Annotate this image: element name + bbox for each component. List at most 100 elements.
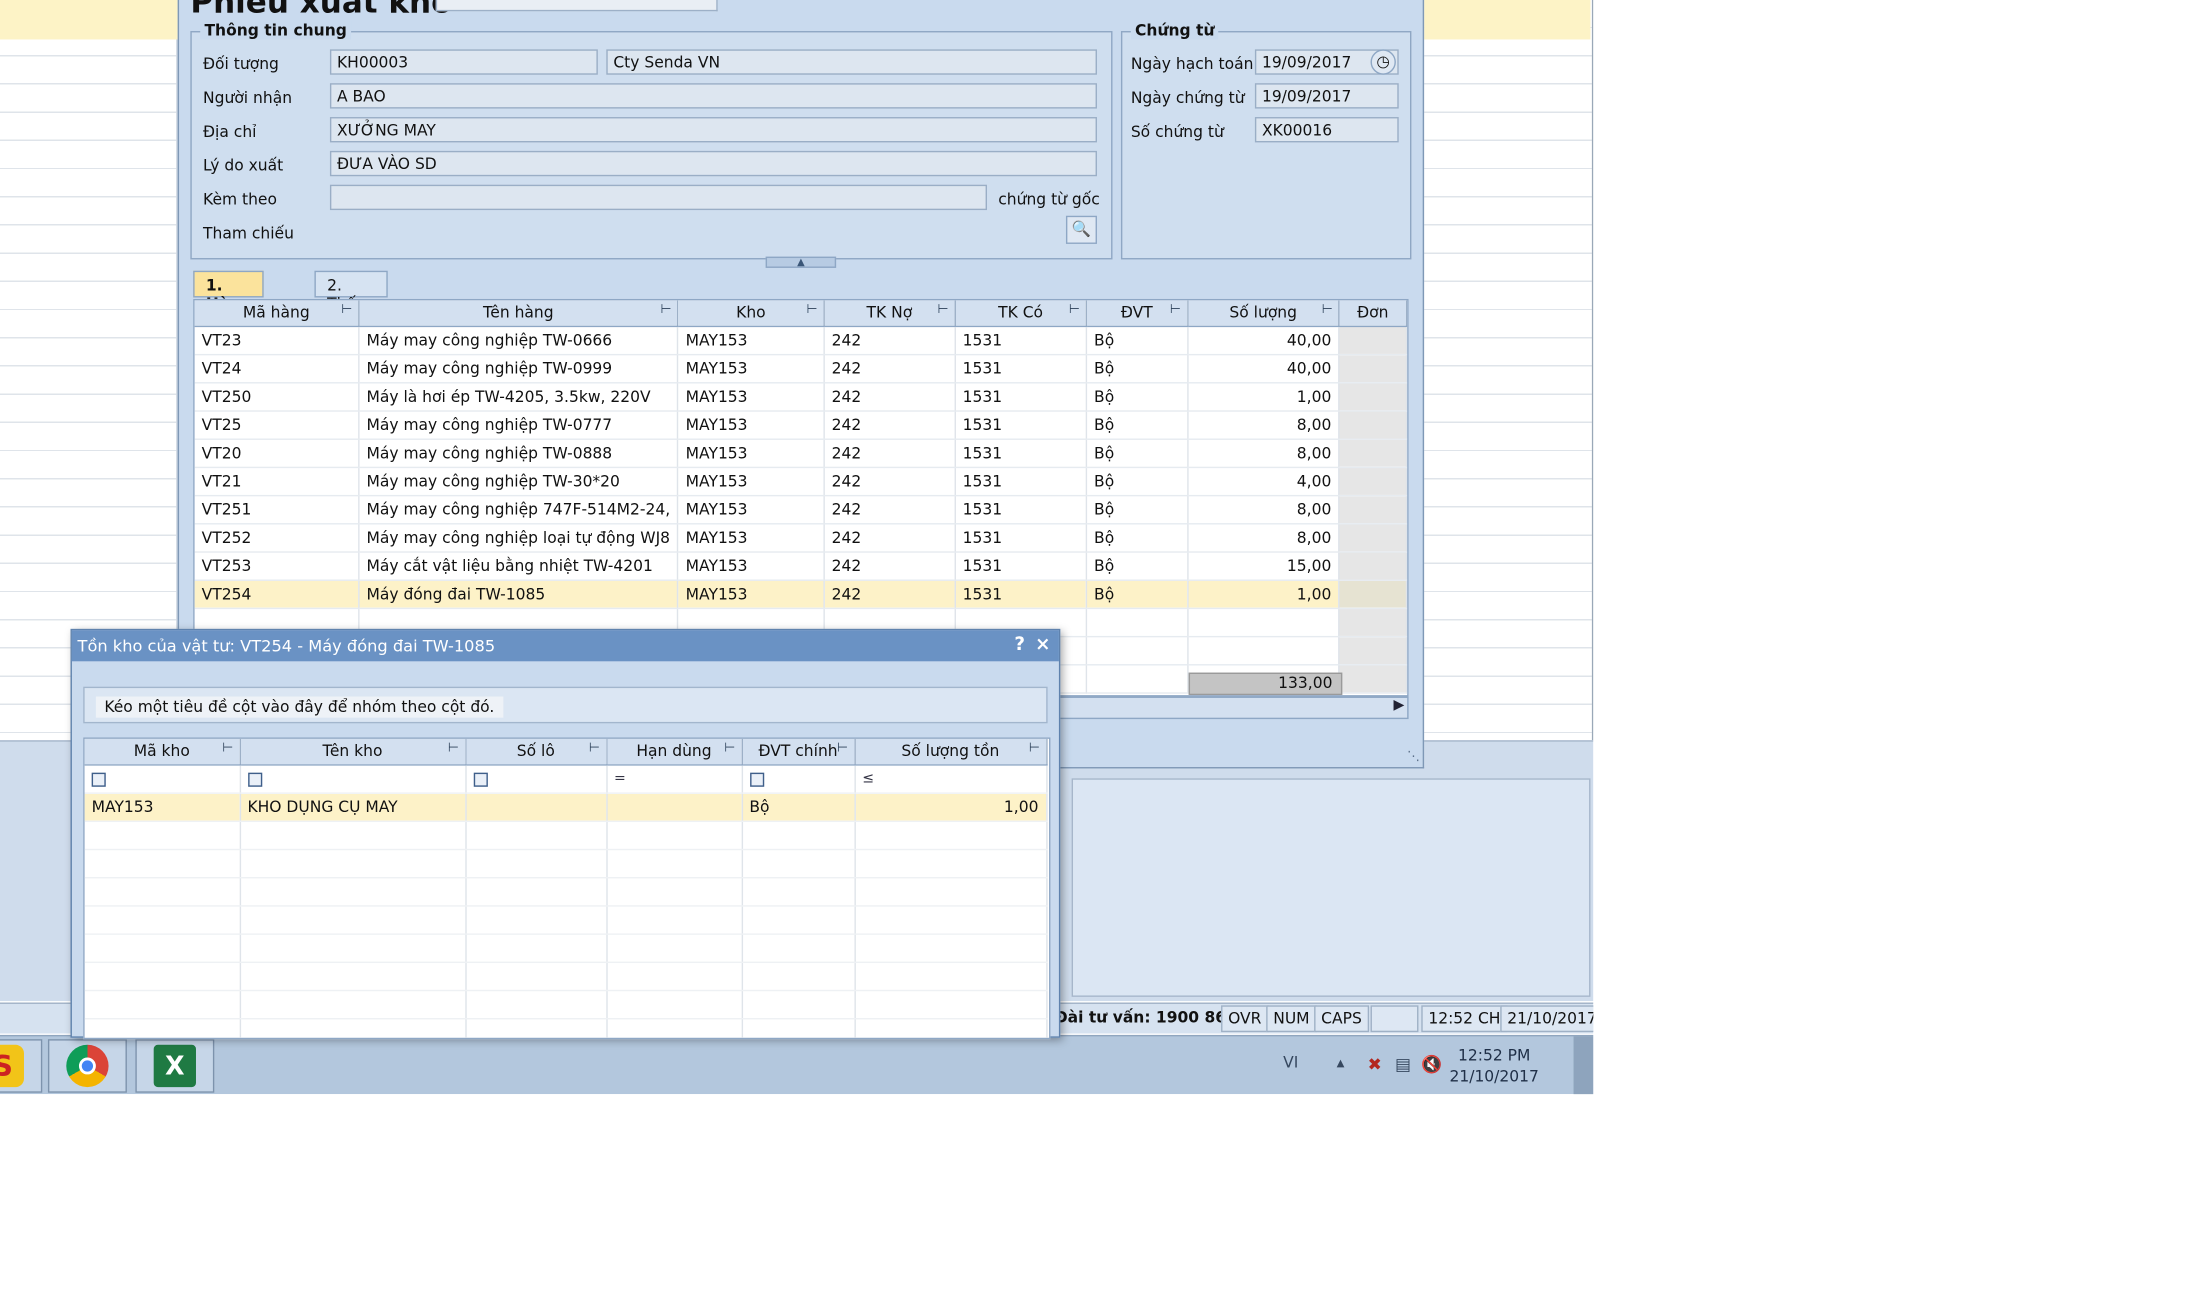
table-cell[interactable]: Bộ: [1086, 325, 1188, 355]
table-row[interactable]: VT253 Máy cắt vật liệu bằng nhiệt TW-4201…: [194, 551, 1408, 581]
table-cell[interactable]: [84, 933, 241, 963]
dia-chi-input[interactable]: XƯỞNG MAY: [329, 117, 1097, 143]
table-cell[interactable]: [854, 989, 1047, 1019]
close-icon[interactable]: ×: [1035, 635, 1050, 656]
table-cell[interactable]: 1531: [954, 466, 1088, 496]
table-cell[interactable]: MAY153: [84, 792, 241, 822]
filter-han-dung[interactable]: =: [606, 764, 743, 794]
table-cell[interactable]: [1339, 551, 1408, 581]
doi-tuong-name-input[interactable]: Cty Senda VN: [606, 49, 1097, 75]
tray-expand-icon[interactable]: ▴: [1337, 1053, 1345, 1071]
table-row[interactable]: MAY153 KHO DỤNG CỤ MAY Bộ 1,00: [84, 792, 1047, 822]
table-cell[interactable]: Bộ: [1086, 382, 1188, 412]
table-cell[interactable]: 1531: [954, 325, 1088, 355]
col-so-lo[interactable]: Số lô ⊢: [465, 738, 608, 765]
col-so-luong-ton[interactable]: Số lượng tồn ⊢: [854, 738, 1047, 765]
table-cell[interactable]: [1339, 353, 1408, 383]
table-cell[interactable]: [84, 989, 241, 1019]
tab-thong-ke[interactable]: 2. Thống kê: [314, 270, 389, 331]
table-cell[interactable]: MAY153: [677, 523, 825, 553]
taskbar-chrome[interactable]: [47, 1039, 127, 1093]
show-desktop-button[interactable]: [1573, 1036, 1594, 1095]
table-cell[interactable]: [84, 1018, 241, 1038]
col-tk-no[interactable]: TK Nợ ⊢: [823, 300, 956, 327]
table-cell[interactable]: 1,00: [1187, 579, 1340, 609]
table-cell[interactable]: Bộ: [1086, 494, 1188, 524]
filter-dvt-chinh[interactable]: [741, 764, 856, 794]
table-cell[interactable]: 242: [823, 551, 956, 581]
tab-hang-tien[interactable]: 1. Hàng tiền: [193, 270, 265, 331]
table-cell[interactable]: VT250: [194, 382, 360, 412]
doi-tuong-code-input[interactable]: KH00003: [329, 49, 598, 75]
table-cell[interactable]: [84, 848, 241, 878]
table-cell[interactable]: KHO DỤNG CỤ MAY: [239, 792, 467, 822]
table-cell[interactable]: Bộ: [1086, 438, 1188, 468]
help-icon[interactable]: ?: [1014, 635, 1025, 656]
table-cell[interactable]: Máy đóng đai TW-1085: [358, 579, 679, 609]
table-cell[interactable]: [1187, 607, 1340, 637]
table-cell[interactable]: [854, 961, 1047, 991]
table-cell[interactable]: [606, 905, 743, 935]
table-cell[interactable]: VT253: [194, 551, 360, 581]
table-cell[interactable]: Máy là hơi ép TW-4205, 3.5kw, 220V: [358, 382, 679, 412]
table-cell[interactable]: 242: [823, 438, 956, 468]
table-cell[interactable]: Bộ: [741, 792, 856, 822]
table-cell[interactable]: 242: [823, 325, 956, 355]
table-cell[interactable]: [1339, 523, 1408, 553]
table-row[interactable]: [84, 989, 1047, 1019]
table-cell[interactable]: [1086, 607, 1188, 637]
table-cell[interactable]: [239, 961, 467, 991]
table-cell[interactable]: Bộ: [1086, 466, 1188, 496]
volume-muted-icon[interactable]: 🔇: [1421, 1055, 1442, 1075]
col-don[interactable]: Đơn: [1339, 300, 1408, 327]
table-cell[interactable]: [606, 1018, 743, 1038]
table-cell[interactable]: 1531: [954, 438, 1088, 468]
table-cell[interactable]: 242: [823, 579, 956, 609]
table-cell[interactable]: [465, 877, 608, 906]
table-cell[interactable]: [465, 933, 608, 963]
table-cell[interactable]: [1339, 325, 1408, 355]
table-cell[interactable]: 1,00: [1187, 382, 1340, 412]
table-cell[interactable]: [1339, 382, 1408, 412]
table-cell[interactable]: [465, 792, 608, 822]
table-cell[interactable]: Máy may công nghiệp TW-0666: [358, 325, 679, 355]
table-cell[interactable]: MAY153: [677, 579, 825, 609]
field-label-tham-chieu[interactable]: Tham chiếu: [203, 224, 294, 242]
col-tk-co[interactable]: TK Có ⊢: [954, 300, 1088, 327]
table-cell[interactable]: [239, 877, 467, 906]
table-cell[interactable]: MAY153: [677, 382, 825, 412]
table-cell[interactable]: [606, 961, 743, 991]
taskbar-excel[interactable]: X: [135, 1039, 215, 1093]
table-cell[interactable]: 242: [823, 353, 956, 383]
table-cell[interactable]: Máy may công nghiệp 747F-514M2-24,: [358, 494, 679, 524]
table-cell[interactable]: [854, 905, 1047, 935]
template-combo[interactable]: [435, 0, 718, 12]
table-cell[interactable]: [606, 848, 743, 878]
table-row[interactable]: VT25 Máy may công nghiệp TW-0777 MAY153 242…: [194, 410, 1408, 440]
table-cell[interactable]: [854, 933, 1047, 963]
table-cell[interactable]: 242: [823, 523, 956, 553]
table-cell[interactable]: 8,00: [1187, 494, 1340, 524]
col-ma-kho[interactable]: Mã kho ⊢: [84, 738, 241, 765]
so-chung-tu-input[interactable]: XK00016: [1254, 117, 1399, 143]
table-cell[interactable]: MAY153: [677, 410, 825, 440]
table-cell[interactable]: [854, 820, 1047, 850]
table-cell[interactable]: [239, 905, 467, 935]
table-row[interactable]: VT251 Máy may công nghiệp 747F-514M2-24, M…: [194, 494, 1408, 524]
table-cell[interactable]: 40,00: [1187, 353, 1340, 383]
table-cell[interactable]: [84, 961, 241, 991]
table-cell[interactable]: [239, 1018, 467, 1038]
table-row[interactable]: VT21 Máy may công nghiệp TW-30*20 MAY153 24…: [194, 466, 1408, 496]
scroll-right-icon[interactable]: ▶: [1393, 698, 1404, 714]
table-cell[interactable]: [1339, 494, 1408, 524]
table-cell[interactable]: VT251: [194, 494, 360, 524]
group-by-panel[interactable]: Kéo một tiêu đề cột vào đây để nhóm theo…: [83, 686, 1048, 724]
table-cell[interactable]: Máy may công nghiệp TW-0888: [358, 438, 679, 468]
filter-ten-kho[interactable]: [239, 764, 467, 794]
table-cell[interactable]: [741, 877, 856, 906]
table-cell[interactable]: [1339, 410, 1408, 440]
table-row[interactable]: [84, 848, 1047, 878]
table-row[interactable]: VT250 Máy là hơi ép TW-4205, 3.5kw, 220V M…: [194, 382, 1408, 412]
table-cell[interactable]: [854, 848, 1047, 878]
table-cell[interactable]: [84, 905, 241, 935]
